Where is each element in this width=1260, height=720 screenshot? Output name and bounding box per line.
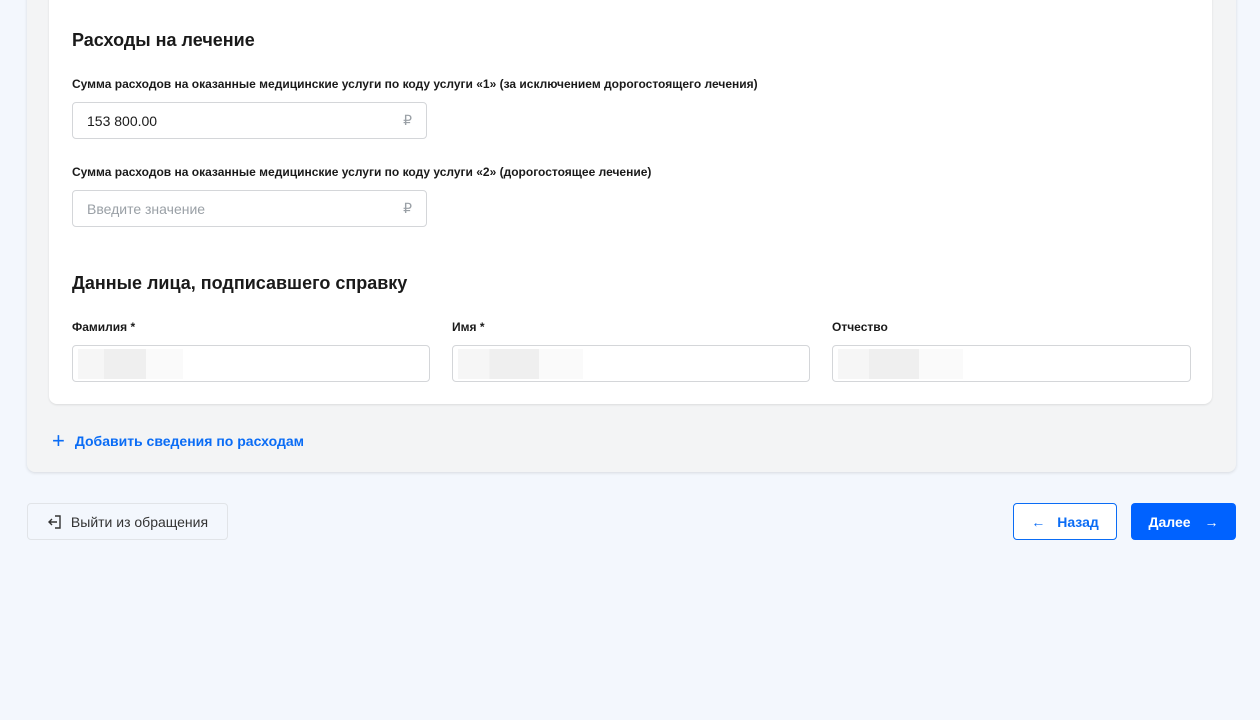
arrow-right-icon: → (1204, 513, 1219, 530)
patronymic-label: Отчество (832, 320, 888, 334)
section-title-treatment: Расходы на лечение (72, 30, 255, 50)
plus-icon: + (52, 428, 65, 453)
redacted-value (838, 349, 963, 379)
name-input[interactable] (452, 345, 810, 382)
field2-placeholder: Введите значение (87, 200, 206, 217)
redacted-value (458, 349, 583, 379)
field2-input[interactable]: Введите значение ₽ (72, 190, 427, 227)
patronymic-input[interactable] (832, 345, 1191, 382)
add-expenses-label: Добавить сведения по расходам (74, 433, 305, 449)
redacted-value (78, 349, 183, 379)
arrow-left-icon: ← (1031, 513, 1046, 530)
add-expenses-link[interactable]: + Добавить сведения по расходам (52, 430, 304, 452)
ruble-icon: ₽ (403, 200, 412, 216)
surname-input[interactable] (72, 345, 430, 382)
back-button[interactable]: ← Назад (1013, 503, 1117, 540)
back-label: Назад (1057, 513, 1099, 530)
field1-label: Сумма расходов на оказанные медицинские … (72, 77, 758, 91)
field1-value: 153 800.00 (87, 112, 158, 129)
next-button[interactable]: Далее → (1131, 503, 1236, 540)
next-label: Далее (1148, 513, 1191, 530)
exit-icon (47, 514, 61, 529)
surname-label: Фамилия * (72, 320, 136, 334)
exit-label: Выйти из обращения (70, 513, 209, 530)
section-title-signer: Данные лица, подписавшего справку (72, 273, 408, 293)
name-label: Имя * (452, 320, 485, 334)
field2-label: Сумма расходов на оказанные медицинские … (72, 165, 652, 179)
form-panel (27, 0, 1236, 472)
exit-button[interactable]: Выйти из обращения (27, 503, 228, 540)
field1-input[interactable]: 153 800.00 ₽ (72, 102, 427, 139)
ruble-icon: ₽ (403, 112, 412, 128)
